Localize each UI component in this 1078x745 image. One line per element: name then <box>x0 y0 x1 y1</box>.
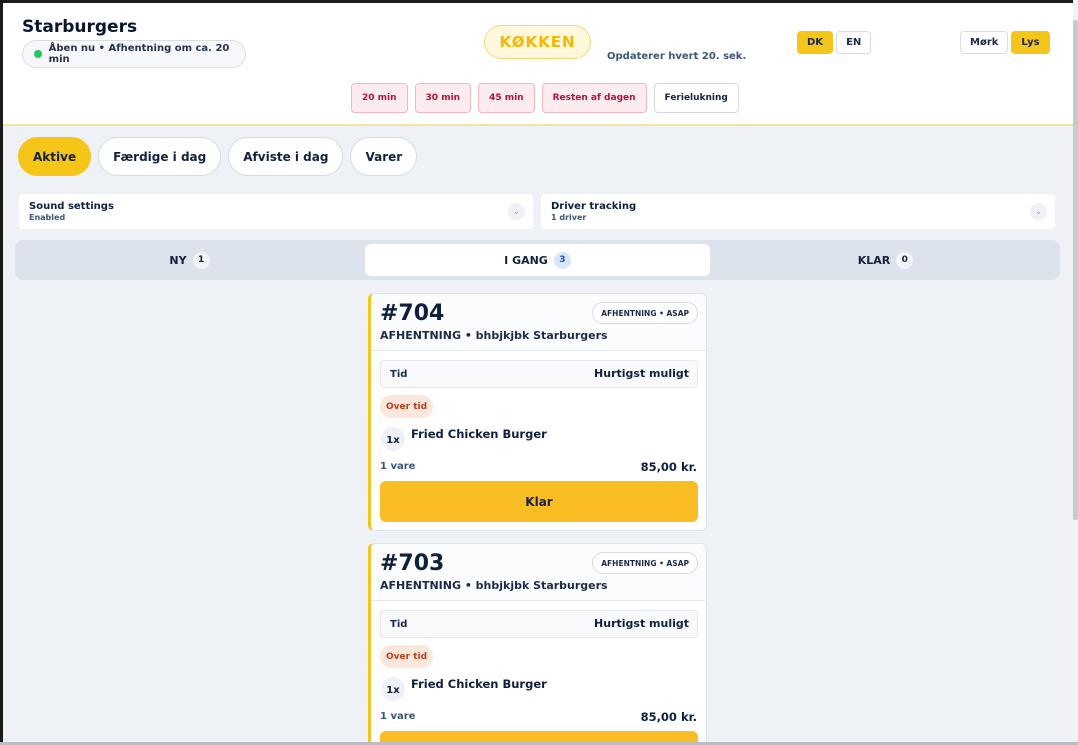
order-time-row: Tid Hurtigst muligt <box>380 360 698 388</box>
sound-settings-dropdown[interactable]: Sound settings Enabled ⌄ <box>19 194 533 229</box>
app-header: Starburgers Åben nu • Afhentning om ca. … <box>3 3 1073 126</box>
pause-actions: 20 min 30 min 45 min Resten af dagen Fer… <box>351 83 739 113</box>
segment-ready-label: KLAR <box>857 253 891 267</box>
driver-tracking-status: 1 driver <box>551 213 587 222</box>
item-name: Fried Chicken Burger <box>411 677 547 691</box>
segment-ready-count: 0 <box>896 251 914 269</box>
order-number: #704 <box>380 301 445 326</box>
segment-new[interactable]: NY 1 <box>19 244 360 276</box>
update-interval-note: Opdaterer hvert 20. sek. <box>607 51 747 62</box>
order-subtitle: AFHENTNING • bhbjkjbk Starburgers <box>380 579 608 592</box>
segment-new-count: 1 <box>192 251 210 269</box>
segment-in-progress-count: 3 <box>553 251 571 269</box>
open-status-pill: Åben nu • Afhentning om ca. 20 min <box>22 40 246 68</box>
order-time-label: Tid <box>390 369 408 380</box>
segment-new-label: NY <box>169 253 187 267</box>
language-toggle: DK EN <box>797 31 872 54</box>
holiday-closing-button[interactable]: Ferielukning <box>653 83 739 113</box>
order-total: 85,00 kr. <box>640 460 697 474</box>
theme-light-button[interactable]: Lys <box>1011 31 1050 54</box>
item-quantity: 1x <box>381 427 405 451</box>
kitchen-mode-badge: KØKKEN <box>484 25 591 59</box>
segment-ready[interactable]: KLAR 0 <box>715 244 1056 276</box>
order-card-header: #704 AFHENTNING • bhbjkjbk Starburgers A… <box>371 294 706 351</box>
language-en-button[interactable]: EN <box>836 31 872 54</box>
overtime-badge: Over tid <box>380 395 434 418</box>
order-time-value: Hurtigst muligt <box>594 367 689 380</box>
item-name: Fried Chicken Burger <box>411 427 547 441</box>
order-time-value: Hurtigst muligt <box>594 617 689 630</box>
sound-settings-title: Sound settings <box>29 201 114 212</box>
driver-tracking-dropdown[interactable]: Driver tracking 1 driver ⌄ <box>541 194 1055 229</box>
sound-settings-status: Enabled <box>29 213 66 222</box>
order-number: #703 <box>380 551 445 576</box>
order-card-header: #703 AFHENTNING • bhbjkjbk Starburgers A… <box>371 544 706 601</box>
scrollbar-thumb[interactable] <box>1073 20 1078 520</box>
theme-dark-button[interactable]: Mørk <box>960 31 1009 54</box>
theme-toggle: Mørk Lys <box>960 31 1050 54</box>
item-quantity: 1x <box>381 677 405 701</box>
item-count: 1 vare <box>380 461 416 472</box>
segment-in-progress[interactable]: I GANG 3 <box>365 244 710 276</box>
order-type-badge: AFHENTNING • ASAP <box>592 552 698 574</box>
pause-45-min-button[interactable]: 45 min <box>478 83 535 113</box>
item-count: 1 vare <box>380 711 416 722</box>
order-status-segments: NY 1 I GANG 3 KLAR 0 <box>15 240 1060 280</box>
pause-20-min-button[interactable]: 20 min <box>351 83 408 113</box>
tab-rejected-today[interactable]: Afviste i dag <box>228 137 344 176</box>
main-tabs: Aktive Færdige i dag Afviste i dag Varer <box>18 137 418 176</box>
green-dot-icon <box>34 50 42 58</box>
pause-rest-of-day-button[interactable]: Resten af dagen <box>541 83 647 113</box>
pause-30-min-button[interactable]: 30 min <box>414 83 472 113</box>
order-time-row: Tid Hurtigst muligt <box>380 610 698 638</box>
chevron-down-icon: ⌄ <box>508 203 525 220</box>
overtime-badge: Over tid <box>380 645 434 668</box>
order-type-badge: AFHENTNING • ASAP <box>592 302 698 324</box>
tab-finished-today[interactable]: Færdige i dag <box>98 137 222 176</box>
chevron-down-icon: ⌄ <box>1030 203 1047 220</box>
segment-in-progress-label: I GANG <box>504 253 548 267</box>
brand-title: Starburgers <box>22 17 138 37</box>
mark-ready-button[interactable]: Klar <box>380 481 698 522</box>
tab-active[interactable]: Aktive <box>18 137 92 176</box>
tab-products[interactable]: Varer <box>350 137 418 176</box>
order-subtitle: AFHENTNING • bhbjkjbk Starburgers <box>380 329 608 342</box>
page-scrollbar[interactable] <box>1073 0 1078 745</box>
order-card: #704 AFHENTNING • bhbjkjbk Starburgers A… <box>368 293 707 531</box>
language-dk-button[interactable]: DK <box>797 31 834 54</box>
driver-tracking-title: Driver tracking <box>551 201 637 212</box>
order-card: #703 AFHENTNING • bhbjkjbk Starburgers A… <box>368 543 707 745</box>
order-total: 85,00 kr. <box>640 710 697 724</box>
open-status-text: Åben nu • Afhentning om ca. 20 min <box>48 43 230 65</box>
order-time-label: Tid <box>390 619 408 630</box>
